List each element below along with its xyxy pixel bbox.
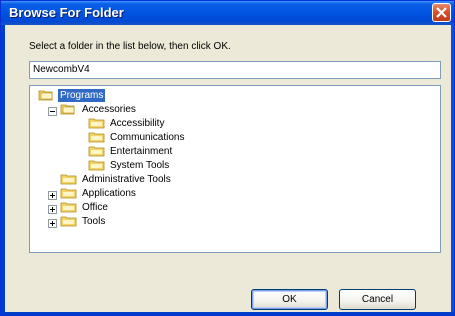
tree-node-label: Applications [82, 187, 136, 199]
tree-node-label: Programs [58, 88, 106, 102]
close-icon [436, 7, 447, 18]
tree-node-office[interactable]: Office [60, 200, 110, 214]
expand-toggle-office[interactable] [48, 205, 57, 214]
folder-path-input[interactable]: NewcombV4 [29, 61, 441, 79]
tree-node-label: Office [82, 201, 108, 213]
folder-icon [88, 132, 105, 143]
browse-for-folder-dialog: Browse For Folder Select a folder in the… [0, 0, 455, 316]
ok-button[interactable]: OK [251, 289, 328, 310]
tree-node-applications[interactable]: Applications [60, 186, 138, 200]
folder-icon [88, 160, 105, 171]
tree-node-label: Administrative Tools [82, 173, 171, 185]
folder-tree[interactable]: Programs Accessories Accessibility Commu… [29, 85, 441, 253]
window-frame-right [451, 25, 454, 315]
folder-icon [88, 118, 105, 129]
window-frame-left [1, 25, 5, 315]
folder-icon [88, 146, 105, 157]
folder-icon [60, 202, 77, 213]
expand-toggle-applications[interactable] [48, 191, 57, 200]
window-frame-bottom [1, 312, 454, 315]
tree-node-communications[interactable]: Communications [88, 130, 186, 144]
tree-node-label: Accessories [82, 103, 136, 115]
tree-node-tools[interactable]: Tools [60, 214, 107, 228]
tree-node-administrative-tools[interactable]: Administrative Tools [60, 172, 173, 186]
tree-node-label: Entertainment [110, 145, 173, 157]
tree-node-accessibility[interactable]: Accessibility [88, 116, 166, 130]
tree-node-system-tools[interactable]: System Tools [88, 158, 171, 172]
collapse-toggle-accessories[interactable] [48, 107, 57, 116]
tree-node-label: Communications [110, 131, 185, 143]
cancel-button[interactable]: Cancel [339, 289, 416, 310]
folder-icon [60, 216, 77, 227]
folder-icon [60, 174, 77, 185]
folder-open-icon [38, 90, 53, 101]
tree-node-accessories[interactable]: Accessories [60, 102, 138, 116]
instruction-text: Select a folder in the list below, then … [29, 41, 231, 52]
tree-node-label: Accessibility [110, 117, 165, 129]
tree-node-label: Tools [82, 215, 106, 227]
title-bar[interactable]: Browse For Folder [1, 1, 454, 25]
window-title: Browse For Folder [9, 5, 124, 20]
tree-node-label: System Tools [110, 159, 170, 171]
folder-icon [60, 188, 77, 199]
close-button[interactable] [432, 3, 451, 22]
tree-node-entertainment[interactable]: Entertainment [88, 144, 174, 158]
tree-node-programs[interactable]: Programs [38, 88, 106, 102]
expand-toggle-tools[interactable] [48, 219, 57, 228]
folder-open-icon [60, 104, 75, 115]
